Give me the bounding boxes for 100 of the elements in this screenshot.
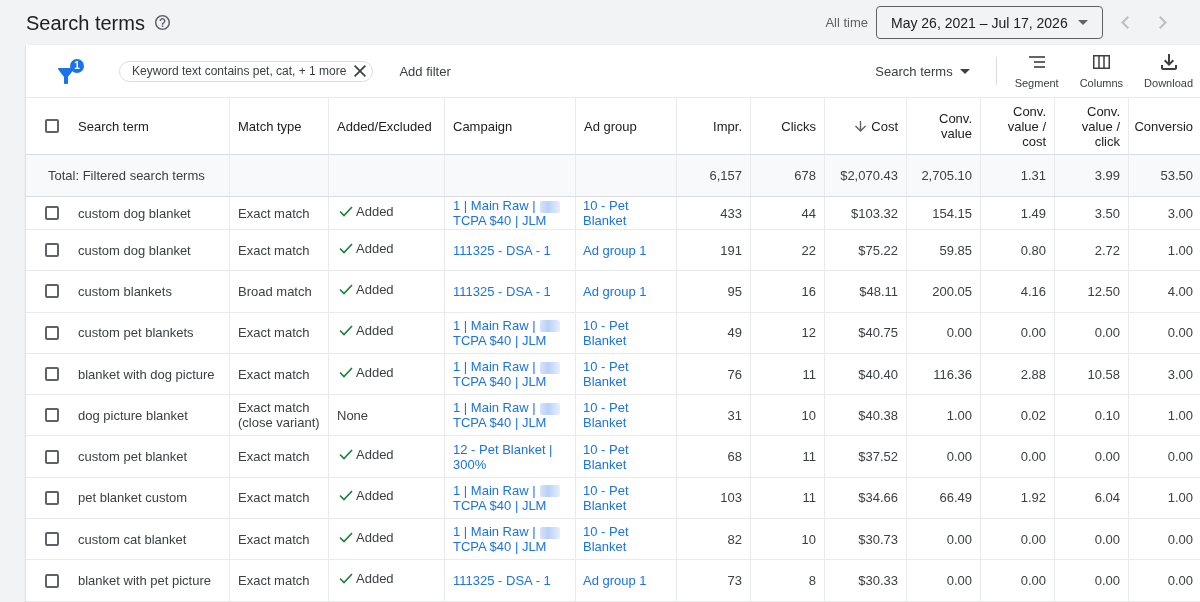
caret-icon	[959, 68, 970, 74]
metric-cell-text: 0.00	[1166, 530, 1194, 549]
ad-group-link[interactable]: 10 - Pet Blanket	[583, 524, 668, 555]
metric-cell: $40.40	[825, 353, 907, 395]
metric-cell: 116.36	[907, 353, 981, 395]
match-type-cell: Exact match	[230, 230, 329, 271]
metric-cell: 11	[751, 353, 825, 395]
segment-icon	[1028, 53, 1045, 70]
column-header[interactable]: Conv. value / cost	[985, 103, 1046, 149]
ad-group-link[interactable]: 10 - Pet Blanket	[583, 317, 668, 348]
ad-group-link[interactable]: 10 - Pet Blanket	[583, 359, 668, 390]
ad-group-link[interactable]: 10 - Pet Blanket	[583, 482, 668, 513]
column-header[interactable]: Ad group	[584, 118, 637, 134]
ad-group-link[interactable]: 10 - Pet Blanket	[583, 400, 668, 431]
column-header[interactable]: Impr.	[713, 118, 742, 134]
column-header[interactable]: Added/Excluded	[337, 118, 432, 134]
row-checkbox[interactable]	[45, 367, 59, 382]
row-checkbox[interactable]	[45, 532, 59, 547]
campaign-link[interactable]: 1 | Main Raw | TCPA $40 | JLM	[453, 198, 560, 228]
metric-cell: 0.00	[1055, 436, 1129, 477]
search-term-cell: blanket with pet picture	[78, 560, 230, 601]
column-header[interactable]: Conversio	[1134, 118, 1193, 134]
column-header[interactable]: Cost	[871, 118, 898, 134]
metric-cell: 49	[677, 312, 751, 353]
total-cell: 6,157	[677, 155, 751, 196]
row-checkbox[interactable]	[45, 408, 59, 423]
campaign-link[interactable]: 12 - Pet Blanket | 300%	[453, 441, 569, 472]
metric-cell: 0.00	[907, 519, 981, 560]
metric-cell-text: 1.00	[1166, 241, 1194, 260]
segment-button[interactable]: Segment	[1014, 53, 1059, 89]
blurred-patch-icon	[539, 320, 560, 333]
campaign-link[interactable]: 1 | Main Raw | TCPA $40 | JLM	[453, 400, 560, 431]
row-checkbox[interactable]	[45, 490, 59, 505]
date-range-dropdown[interactable]: May 26, 2021 – Jul 17, 2026	[876, 6, 1103, 39]
ad-group-link[interactable]: 10 - Pet Blanket	[583, 198, 668, 228]
row-checkbox[interactable]	[45, 573, 59, 588]
total-label: Total: Filtered search terms	[26, 155, 230, 196]
select-all-checkbox[interactable]	[45, 119, 59, 133]
campaign-link[interactable]: 1 | Main Raw | TCPA $40 | JLM	[453, 359, 560, 390]
filter-icon[interactable]	[58, 67, 74, 84]
column-header[interactable]: Conv. value	[911, 111, 972, 141]
metric-cell: 0.00	[981, 519, 1055, 560]
blurred-patch-icon	[539, 526, 560, 539]
row-checkbox[interactable]	[45, 325, 59, 340]
metric-cell: 0.00	[981, 560, 1055, 601]
column-header[interactable]: Conv. value / click	[1059, 103, 1120, 149]
column-header[interactable]: Search term	[78, 118, 149, 134]
filter-count-badge: 1	[70, 58, 84, 73]
metric-cell: 0.80	[981, 230, 1055, 271]
page-title: Search terms	[26, 10, 145, 35]
total-cell: $2,070.43	[825, 155, 907, 196]
blurred-patch-icon	[539, 402, 560, 415]
help-icon[interactable]	[154, 15, 170, 30]
close-icon[interactable]	[354, 65, 367, 77]
metric-cell: 22	[751, 230, 825, 271]
status-text: Added	[356, 488, 394, 504]
view-dropdown[interactable]: Search terms	[875, 63, 970, 79]
status-text: Added	[356, 364, 394, 380]
ad-group-link[interactable]: Ad group 1	[583, 242, 647, 258]
match-type-cell: Exact match	[230, 519, 329, 560]
metric-cell-text: 3.00	[1166, 204, 1194, 223]
row-checkbox[interactable]	[45, 449, 59, 464]
ad-group-link[interactable]: Ad group 1	[583, 573, 647, 588]
columns-button[interactable]: Columns	[1079, 53, 1124, 89]
campaign-link[interactable]: 1 | Main Raw | TCPA $40 | JLM	[453, 317, 560, 348]
search-term-cell: custom blankets	[78, 271, 230, 312]
column-header[interactable]: Campaign	[453, 118, 513, 134]
metric-cell: 1.00	[907, 395, 981, 436]
status-text: Added	[356, 240, 394, 256]
campaign-link[interactable]: 111325 - DSA - 1	[453, 573, 551, 588]
blurred-patch-icon	[539, 485, 560, 498]
column-header[interactable]: Match type	[238, 118, 302, 134]
campaign-link[interactable]: 1 | Main Raw | TCPA $40 | JLM	[453, 482, 560, 513]
metric-cell: 0.02	[981, 395, 1055, 436]
metric-cell: $30.33	[825, 560, 907, 601]
metric-cell: 4.16	[981, 271, 1055, 312]
campaign-link[interactable]: 111325 - DSA - 1	[453, 283, 551, 299]
metric-cell-text: 0.00	[1166, 448, 1194, 467]
campaign-link[interactable]: 111325 - DSA - 1	[453, 242, 551, 258]
ad-group-link[interactable]: 10 - Pet Blanket	[583, 441, 668, 472]
metric-cell: 11	[751, 436, 825, 477]
metric-cell: 0.00	[981, 312, 1055, 353]
metric-cell: 59.85	[907, 230, 981, 271]
download-button[interactable]: Download	[1144, 53, 1193, 89]
ad-group-link[interactable]: Ad group 1	[583, 283, 647, 299]
metric-cell: 191	[677, 230, 751, 271]
metric-cell: 66.49	[907, 477, 981, 519]
row-checkbox[interactable]	[45, 206, 59, 220]
match-type-cell: Exact match	[230, 312, 329, 353]
total-cell: 1.31	[981, 155, 1055, 196]
sort-arrow-icon[interactable]	[855, 120, 867, 132]
campaign-link[interactable]: 1 | Main Raw | TCPA $40 | JLM	[453, 524, 560, 555]
search-term-cell: pet blanket custom	[78, 477, 230, 519]
add-filter-button[interactable]: Add filter	[399, 63, 451, 79]
metric-cell: $48.11	[825, 271, 907, 312]
row-checkbox[interactable]	[45, 284, 59, 299]
metric-cell: 1.92	[981, 477, 1055, 519]
column-header[interactable]: Clicks	[781, 118, 816, 134]
row-checkbox[interactable]	[45, 243, 59, 258]
chevron-left-icon	[1121, 16, 1129, 29]
